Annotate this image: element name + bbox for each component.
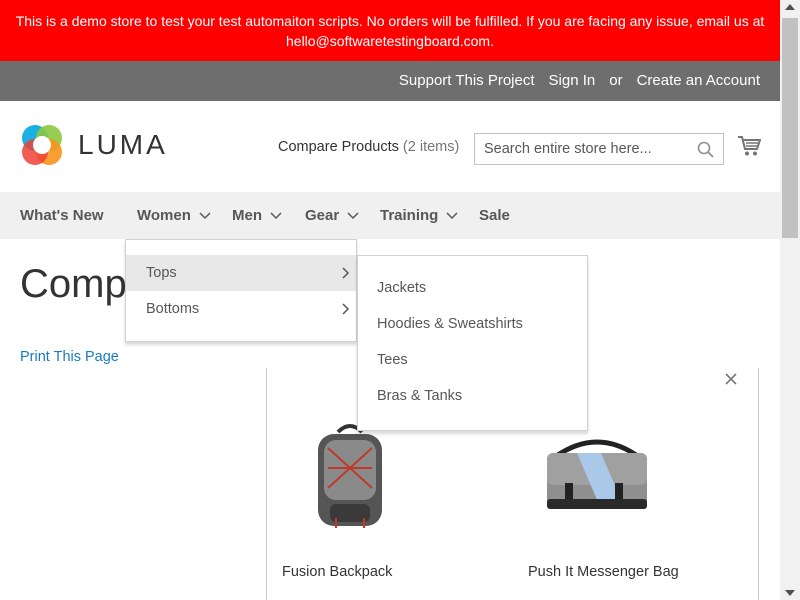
cart-icon[interactable] <box>737 135 761 157</box>
panel-header: Support This Project Sign In or Create a… <box>0 61 780 101</box>
chevron-down-icon <box>446 211 458 219</box>
submenu-item-jackets[interactable]: Jackets <box>377 280 426 296</box>
nav-men[interactable]: Men <box>232 207 282 224</box>
main-nav: What's New Women Men Gear Training Sale <box>0 192 780 239</box>
scroll-up-icon[interactable] <box>785 4 795 10</box>
nav-training-label: Training <box>380 207 439 224</box>
nav-gear-label: Gear <box>305 207 340 224</box>
nav-whats-new-label: What's New <box>20 207 104 224</box>
tops-submenu: Jackets Hoodies & Sweatshirts Tees Bras … <box>357 255 588 431</box>
demo-notice: This is a demo store to test your test a… <box>0 0 780 61</box>
product-name-fusion-backpack[interactable]: Fusion Backpack <box>282 564 392 580</box>
logo-text: LUMA <box>78 129 168 160</box>
demo-notice-line1: This is a demo store to test your test a… <box>15 13 765 29</box>
submenu-item-bottoms-label: Bottoms <box>146 301 200 317</box>
sign-in-link[interactable]: Sign In <box>549 72 596 89</box>
messenger-bag-image[interactable] <box>541 433 653 515</box>
submenu-item-bottoms[interactable]: Bottoms <box>126 291 356 327</box>
nav-whats-new[interactable]: What's New <box>20 207 104 224</box>
women-submenu: Tops Bottoms <box>125 239 357 342</box>
nav-gear[interactable]: Gear <box>305 207 359 224</box>
nav-men-label: Men <box>232 207 262 224</box>
chevron-down-icon <box>199 211 211 219</box>
search-icon[interactable] <box>697 141 714 158</box>
demo-notice-line2: hello@softwaretestingboard.com. <box>286 33 494 49</box>
chevron-right-icon <box>342 303 350 315</box>
chevron-right-icon <box>342 267 350 279</box>
product-name-push-it-messenger-bag[interactable]: Push It Messenger Bag <box>528 564 679 580</box>
compare-count: (2 items) <box>402 139 460 155</box>
submenu-item-tops[interactable]: Tops <box>126 255 356 291</box>
submenu-item-tops-label: Tops <box>146 265 177 281</box>
search-input[interactable] <box>475 134 685 164</box>
backpack-image[interactable] <box>310 418 390 530</box>
nav-women[interactable]: Women <box>137 207 211 224</box>
nav-sale-label: Sale <box>479 207 510 224</box>
submenu-item-bras-tanks[interactable]: Bras & Tanks <box>377 388 462 404</box>
compare-products-link[interactable]: Compare Products (2 items) <box>278 139 459 155</box>
scrollbar[interactable] <box>780 0 800 600</box>
compare-label: Compare Products <box>278 139 399 155</box>
print-page-link[interactable]: Print This Page <box>20 349 119 365</box>
nav-training[interactable]: Training <box>380 207 458 224</box>
site-header: LUMA Compare Products (2 items) <box>0 101 780 192</box>
chevron-down-icon <box>270 211 282 219</box>
chevron-down-icon <box>347 211 359 219</box>
close-icon[interactable] <box>724 372 738 386</box>
scrollbar-thumb[interactable] <box>782 18 798 238</box>
submenu-item-hoodies-sweatshirts[interactable]: Hoodies & Sweatshirts <box>377 316 523 332</box>
nav-sale[interactable]: Sale <box>479 207 510 224</box>
support-project-link[interactable]: Support This Project <box>399 72 535 89</box>
search-box <box>474 133 724 165</box>
submenu-item-tees[interactable]: Tees <box>377 352 408 368</box>
or-text: or <box>609 72 623 89</box>
nav-women-label: Women <box>137 207 191 224</box>
scroll-down-icon[interactable] <box>785 590 795 596</box>
luma-logo-icon <box>22 125 62 165</box>
logo[interactable]: LUMA <box>20 123 168 167</box>
create-account-link[interactable]: Create an Account <box>637 72 760 89</box>
